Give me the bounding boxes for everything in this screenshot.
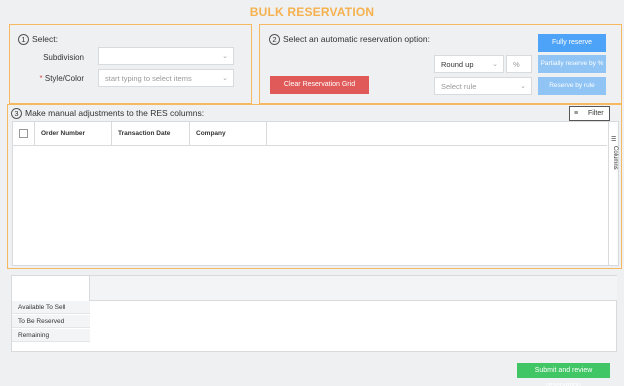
summary-row-remaining: Remaining xyxy=(12,329,90,342)
step-number-3: 3 xyxy=(11,108,22,120)
submit-review-reservation-button[interactable]: Submit and review reservation xyxy=(517,363,610,386)
column-header-company[interactable]: Company xyxy=(190,122,267,145)
summary-row-to-be-reserved: To Be Reserved xyxy=(12,315,90,328)
style-color-select[interactable]: start typing to select items ⌄ xyxy=(98,69,234,87)
partially-reserve-button[interactable]: Partially reserve by % xyxy=(538,55,606,73)
section1-label: Select: xyxy=(32,34,58,44)
columns-icon: ☰ xyxy=(611,137,617,143)
step-number-2: 2 xyxy=(269,34,280,46)
fully-reserve-button[interactable]: Fully reserve xyxy=(538,34,606,52)
chevron-down-icon: ⌄ xyxy=(520,83,526,90)
subdivision-label: Subdivision xyxy=(43,53,84,62)
filter-label: Filter xyxy=(588,110,604,117)
rounding-value: Round up xyxy=(441,60,474,69)
columns-tab-label: Columns xyxy=(612,146,618,170)
section2-label: Select an automatic reservation option: xyxy=(283,34,430,44)
columns-side-tab[interactable]: ☰ Columns xyxy=(608,122,618,265)
percent-input[interactable]: % xyxy=(506,55,532,73)
reserve-by-rule-button[interactable]: Reserve by rule xyxy=(538,77,606,95)
reservation-grid: Order Number Transaction Date Company ☰ … xyxy=(12,121,619,266)
select-all-cell xyxy=(13,122,35,145)
section2-header: 2 Select an automatic reservation option: xyxy=(269,34,430,46)
percent-placeholder: % xyxy=(513,60,520,69)
summary-corner-cell xyxy=(12,276,90,301)
chevron-down-icon: ⌄ xyxy=(492,61,498,68)
subdivision-select[interactable]: ⌄ xyxy=(98,47,234,65)
rounding-select[interactable]: Round up ⌄ xyxy=(434,55,504,73)
filter-icon: ≡ xyxy=(574,110,579,117)
step-number-1: 1 xyxy=(18,34,29,46)
section1-header: 1 Select: xyxy=(18,34,58,46)
rule-select[interactable]: Select rule ⌄ xyxy=(434,77,532,95)
summary-header-bar xyxy=(90,276,617,301)
clear-reservation-grid-button[interactable]: Clear Reservation Grid xyxy=(270,76,369,94)
page-title: BULK RESERVATION xyxy=(249,5,375,19)
auto-reservation-panel: 2 Select an automatic reservation option:… xyxy=(259,24,622,104)
select-panel: 1 Select: Subdivision ⌄ * Style/Color sta… xyxy=(9,24,252,104)
section3-header: 3 Make manual adjustments to the RES colu… xyxy=(11,108,205,120)
summary-row-available-to-sell: Available To Sell xyxy=(12,301,90,314)
select-all-checkbox[interactable] xyxy=(19,129,28,138)
column-header-order-number[interactable]: Order Number xyxy=(35,122,112,145)
section3-label: Make manual adjustments to the RES colum… xyxy=(25,108,205,118)
chevron-down-icon: ⌄ xyxy=(222,75,228,82)
chevron-down-icon: ⌄ xyxy=(222,53,228,60)
grid-header: Order Number Transaction Date Company xyxy=(13,122,607,146)
style-color-label: * Style/Color xyxy=(30,74,84,83)
manual-adjustments-panel: 3 Make manual adjustments to the RES colu… xyxy=(7,104,622,269)
style-color-placeholder: start typing to select items xyxy=(105,74,192,83)
style-color-label-text: Style/Color xyxy=(44,74,84,83)
filter-button[interactable]: ≡ Filter xyxy=(569,106,610,121)
rule-placeholder: Select rule xyxy=(441,82,477,91)
column-header-transaction-date[interactable]: Transaction Date xyxy=(112,122,190,145)
summary-panel: Available To Sell To Be Reserved Remaini… xyxy=(11,275,617,352)
required-marker: * xyxy=(39,74,43,83)
